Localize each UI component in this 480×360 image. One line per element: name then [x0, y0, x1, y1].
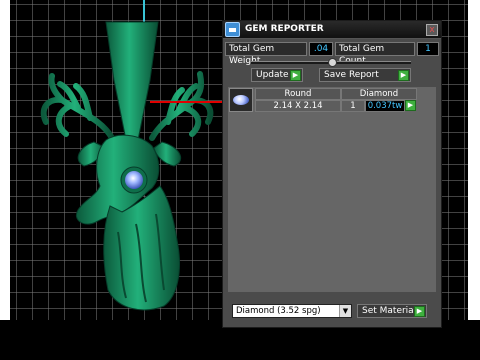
- totals-row: Total Gem Weight .04 Total Gem Count 1: [225, 42, 439, 66]
- gem-count: 1: [341, 100, 365, 112]
- play-arrow-icon[interactable]: ▶: [414, 306, 425, 317]
- gem-material: Diamond: [341, 88, 417, 100]
- material-dropdown[interactable]: Diamond (3.52 spg) ▼: [232, 304, 352, 318]
- update-button[interactable]: Update ▶: [251, 68, 303, 82]
- set-material-label: Set Material: [362, 306, 417, 316]
- panel-title: GEM REPORTER: [245, 24, 324, 34]
- right-margin: [468, 0, 480, 320]
- total-gem-count-value: 1: [417, 42, 439, 56]
- gem-reporter-app-icon: [225, 22, 240, 37]
- report-slider-thumb[interactable]: [328, 58, 337, 67]
- gem-list-item[interactable]: Round 2.14 X 2.14 Diamond 1 0.037tw ▶: [229, 88, 435, 112]
- save-report-label: Save Report: [324, 70, 379, 80]
- play-arrow-icon[interactable]: ▶: [290, 70, 301, 81]
- save-report-button[interactable]: Save Report ▶: [319, 68, 411, 82]
- left-margin: [0, 0, 10, 320]
- round-diamond-gem[interactable]: [125, 171, 143, 189]
- total-gem-weight-label: Total Gem Weight: [225, 42, 307, 66]
- play-arrow-icon[interactable]: ▶: [405, 100, 416, 111]
- gem-reporter-panel: GEM REPORTER x Total Gem Weight .04 Tota…: [222, 20, 442, 328]
- deer-head-pendant-model[interactable]: [10, 0, 250, 320]
- total-gem-weight-value: .04: [309, 42, 333, 56]
- set-material-button[interactable]: Set Material ▶: [357, 304, 427, 318]
- gem-size: 2.14 X 2.14: [255, 100, 341, 112]
- total-gem-count-label: Total Gem Count: [335, 42, 415, 66]
- material-dropdown-value: Diamond (3.52 spg): [236, 306, 321, 316]
- gem-weight: 0.037tw: [365, 100, 405, 112]
- round-diamond-icon: [229, 88, 253, 112]
- panel-titlebar[interactable]: GEM REPORTER x: [223, 21, 441, 39]
- update-label: Update: [256, 70, 289, 80]
- close-icon[interactable]: x: [426, 24, 438, 36]
- dropdown-arrow-icon[interactable]: ▼: [339, 305, 351, 317]
- gem-shape: Round: [255, 88, 341, 100]
- gem-list[interactable]: Round 2.14 X 2.14 Diamond 1 0.037tw ▶: [228, 87, 436, 292]
- play-arrow-icon[interactable]: ▶: [398, 70, 409, 81]
